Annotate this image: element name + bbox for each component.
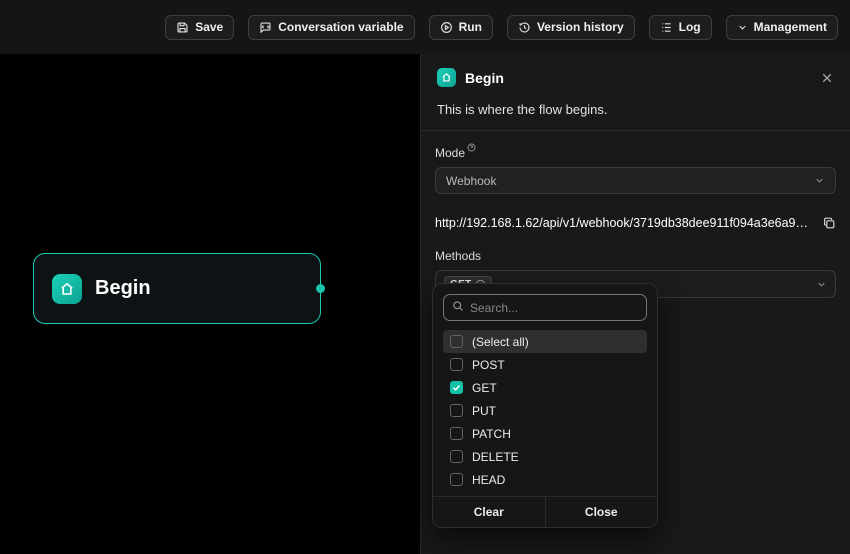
- log-button[interactable]: Log: [649, 15, 712, 40]
- version-history-button[interactable]: Version history: [507, 15, 635, 40]
- option-label: HEAD: [472, 473, 505, 487]
- option-label: DELETE: [472, 450, 519, 464]
- conversation-variable-button-label: Conversation variable: [278, 20, 403, 34]
- management-button[interactable]: Management: [726, 15, 838, 40]
- version-history-button-label: Version history: [537, 20, 624, 34]
- checkbox[interactable]: [450, 404, 463, 417]
- dropdown-footer: Clear Close: [433, 496, 657, 527]
- checkbox[interactable]: [450, 427, 463, 440]
- chevron-down-icon: [737, 22, 748, 33]
- checkbox[interactable]: [450, 473, 463, 486]
- app-window: Save Conversation variable Run: [0, 0, 850, 554]
- save-button-label: Save: [195, 20, 223, 34]
- option-select-all[interactable]: (Select all): [443, 330, 647, 353]
- checkbox[interactable]: [450, 335, 463, 348]
- checkbox[interactable]: [450, 450, 463, 463]
- mode-label: Mode: [435, 146, 836, 160]
- begin-node-label: Begin: [95, 277, 151, 300]
- search-icon: [452, 299, 464, 317]
- checkbox-checked[interactable]: [450, 381, 463, 394]
- option-label: PUT: [472, 404, 496, 418]
- option-label: (Select all): [472, 335, 529, 349]
- run-button-label: Run: [459, 20, 482, 34]
- begin-node[interactable]: Begin: [33, 253, 321, 324]
- history-icon: [518, 21, 531, 34]
- option-label: POST: [472, 358, 505, 372]
- home-icon: [437, 68, 456, 87]
- begin-node-output-port[interactable]: [316, 284, 325, 293]
- webhook-url: http://192.168.1.62/api/v1/webhook/3719d…: [435, 216, 812, 230]
- close-button[interactable]: Close: [546, 497, 658, 527]
- chevron-down-icon: [816, 279, 827, 290]
- mode-select[interactable]: Webhook: [435, 167, 836, 194]
- methods-dropdown: (Select all) POST GET PUT PATCH: [432, 283, 658, 528]
- close-icon[interactable]: [820, 71, 834, 85]
- option-put[interactable]: PUT: [443, 399, 647, 422]
- panel-title: Begin: [465, 70, 504, 86]
- methods-label: Methods: [435, 249, 836, 263]
- management-button-label: Management: [754, 20, 827, 34]
- option-label: GET: [472, 381, 497, 395]
- run-button[interactable]: Run: [429, 15, 493, 40]
- save-icon: [176, 21, 189, 34]
- search-box: [443, 294, 647, 321]
- panel-header: Begin: [421, 54, 850, 87]
- checkbox[interactable]: [450, 358, 463, 371]
- webhook-url-row: http://192.168.1.62/api/v1/webhook/3719d…: [435, 216, 836, 230]
- save-button[interactable]: Save: [165, 15, 234, 40]
- option-post[interactable]: POST: [443, 353, 647, 376]
- play-icon: [440, 21, 453, 34]
- toolbar: Save Conversation variable Run: [0, 0, 850, 54]
- option-head[interactable]: HEAD: [443, 468, 647, 491]
- conversation-variable-button[interactable]: Conversation variable: [248, 15, 414, 40]
- chat-icon: [259, 21, 272, 34]
- mode-select-value: Webhook: [446, 174, 496, 188]
- option-get[interactable]: GET: [443, 376, 647, 399]
- panel-description: This is where the flow begins.: [421, 87, 850, 130]
- clear-button[interactable]: Clear: [433, 497, 545, 527]
- log-button-label: Log: [679, 20, 701, 34]
- copy-icon[interactable]: [822, 216, 836, 230]
- option-delete[interactable]: DELETE: [443, 445, 647, 468]
- log-icon: [660, 21, 673, 34]
- option-label: PATCH: [472, 427, 511, 441]
- option-patch[interactable]: PATCH: [443, 422, 647, 445]
- search-input[interactable]: [470, 301, 638, 315]
- home-icon: [52, 274, 82, 304]
- info-icon: [467, 143, 476, 152]
- chevron-down-icon: [814, 175, 825, 186]
- method-options-list: (Select all) POST GET PUT PATCH: [443, 330, 647, 492]
